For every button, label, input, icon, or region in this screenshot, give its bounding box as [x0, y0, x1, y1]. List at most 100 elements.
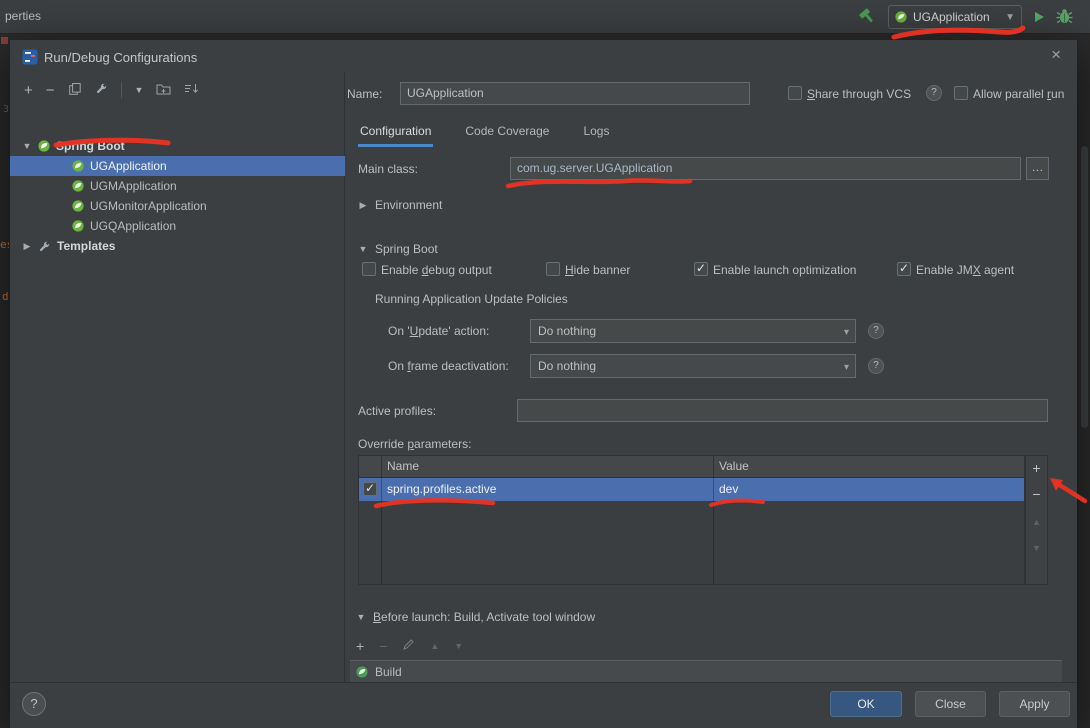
close-button[interactable]: Close	[915, 691, 986, 717]
enable-debug-output-label: Enable debug output	[381, 263, 492, 277]
hide-banner-checkbox[interactable]	[546, 262, 560, 276]
share-vcs-help-icon[interactable]: ?	[926, 85, 942, 101]
editor-fragment: 3	[3, 104, 9, 115]
dialog-button-bar: ? OK Close Apply	[10, 682, 1077, 728]
share-vcs-checkbox[interactable]	[788, 86, 802, 100]
tree-toolbar: + − ▼	[24, 81, 199, 99]
chevron-down-icon: ▼	[1005, 12, 1015, 23]
new-folder-button[interactable]	[156, 82, 171, 98]
tree-item-label: UGMonitorApplication	[90, 199, 207, 213]
parameter-enabled-checkbox[interactable]	[363, 482, 377, 496]
editor-scrollbar[interactable]	[1081, 146, 1088, 428]
browse-main-class-button[interactable]: …	[1026, 157, 1049, 180]
tree-item-label: UGApplication	[90, 159, 167, 173]
enable-launch-optimization-checkbox[interactable]	[694, 262, 708, 276]
active-profiles-input[interactable]	[517, 399, 1048, 422]
add-configuration-button[interactable]: +	[24, 83, 33, 98]
spring-boot-icon	[72, 160, 84, 172]
on-frame-deactivation-label: On frame deactivation:	[388, 359, 509, 373]
tree-item-ugapplication[interactable]: UGApplication	[10, 156, 345, 176]
remove-task-button[interactable]: −	[379, 638, 387, 654]
before-launch-label: Before launch: Build, Activate tool wind…	[373, 610, 595, 624]
remove-parameter-button[interactable]: −	[1026, 484, 1047, 506]
main-class-input[interactable]: com.ug.server.UGApplication	[510, 157, 1021, 180]
parameter-value-cell[interactable]: dev	[719, 482, 738, 496]
active-profiles-label: Active profiles:	[358, 404, 436, 418]
configurations-tree-panel: + − ▼ ▼ Spring Boot UGApplication UG	[10, 72, 345, 682]
column-header-name[interactable]: Name	[387, 459, 419, 473]
tree-item-ugmapplication[interactable]: UGMApplication	[10, 176, 345, 196]
sort-configurations-button[interactable]	[184, 82, 199, 98]
tab-configuration[interactable]: Configuration	[358, 124, 433, 147]
chevron-collapsed-icon[interactable]: ▶	[22, 241, 32, 252]
remove-configuration-button[interactable]: −	[46, 83, 55, 98]
enable-launch-optimization-label: Enable launch optimization	[713, 263, 856, 277]
config-tabs: Configuration Code Coverage Logs	[358, 124, 611, 147]
before-launch-section-toggle[interactable]: ▼ Before launch: Build, Activate tool wi…	[356, 610, 595, 624]
run-configuration-selector[interactable]: UGApplication ▼	[888, 5, 1022, 29]
table-row[interactable]: spring.profiles.active dev	[359, 478, 1024, 501]
expand-collapse-button[interactable]: ▼	[135, 85, 144, 95]
chevron-collapsed-icon: ▶	[358, 200, 368, 211]
table-side-toolbar: + − ▲ ▼	[1025, 455, 1048, 585]
task-up-button[interactable]: ▲	[430, 641, 439, 651]
parameter-name-cell[interactable]: spring.profiles.active	[387, 482, 496, 496]
environment-section-label: Environment	[375, 198, 442, 212]
column-header-value[interactable]: Value	[719, 459, 749, 473]
copy-configuration-button[interactable]	[68, 82, 82, 99]
run-button[interactable]	[1031, 9, 1047, 28]
edit-task-button[interactable]	[402, 638, 415, 654]
tree-item-label: UGMApplication	[90, 179, 177, 193]
debug-button[interactable]	[1055, 7, 1074, 29]
chevron-expanded-icon: ▼	[358, 244, 368, 254]
editor-fragment	[1, 37, 8, 44]
on-frame-deactivation-select[interactable]: Do nothing	[530, 354, 856, 378]
edit-defaults-button[interactable]	[95, 82, 108, 98]
spring-boot-icon	[38, 140, 50, 152]
tree-group-label: Spring Boot	[56, 139, 125, 153]
enable-debug-output-checkbox[interactable]	[362, 262, 376, 276]
column-divider	[381, 456, 382, 584]
name-label: Name:	[347, 87, 382, 101]
on-frame-help-icon[interactable]: ?	[868, 358, 884, 374]
override-parameters-table: Name Value spring.profiles.active dev	[358, 455, 1025, 585]
name-input[interactable]: UGApplication	[400, 82, 750, 105]
tree-group-templates[interactable]: ▶ Templates	[10, 236, 345, 256]
environment-section-toggle[interactable]: ▶ Environment	[358, 198, 442, 212]
move-down-button[interactable]: ▼	[1026, 538, 1047, 560]
add-parameter-button[interactable]: +	[1026, 458, 1047, 480]
share-vcs-label: Share through VCS	[807, 87, 911, 101]
editor-fragment: d	[2, 290, 9, 303]
dialog-title: Run/Debug Configurations	[44, 50, 197, 65]
tab-code-coverage[interactable]: Code Coverage	[463, 124, 551, 147]
spring-boot-section-toggle[interactable]: ▼ Spring Boot	[358, 242, 438, 256]
before-launch-task-build[interactable]: Build	[350, 660, 1062, 682]
build-task-label: Build	[375, 665, 402, 679]
spring-boot-icon	[895, 11, 907, 23]
build-icon	[356, 666, 368, 678]
task-down-button[interactable]: ▼	[454, 641, 463, 651]
tree-item-ugmonitorapplication[interactable]: UGMonitorApplication	[10, 196, 345, 216]
on-update-help-icon[interactable]: ?	[868, 323, 884, 339]
run-configuration-name: UGApplication	[913, 10, 990, 24]
tree-item-label: UGQApplication	[90, 219, 176, 233]
chevron-expanded-icon[interactable]: ▼	[22, 141, 32, 151]
tree-group-spring-boot[interactable]: ▼ Spring Boot	[10, 136, 345, 156]
move-up-button[interactable]: ▲	[1026, 512, 1047, 534]
tree-group-label: Templates	[57, 239, 115, 253]
allow-parallel-checkbox[interactable]	[954, 86, 968, 100]
run-debug-configurations-dialog: Run/Debug Configurations × + − ▼ ▼ Sprin…	[10, 40, 1077, 728]
on-update-action-label: On 'Update' action:	[388, 324, 489, 338]
toolbar-separator	[121, 82, 122, 98]
on-update-action-select[interactable]: Do nothing	[530, 319, 856, 343]
help-button[interactable]: ?	[22, 692, 46, 716]
editor-tab-label[interactable]: perties	[5, 9, 41, 23]
close-icon[interactable]: ×	[1051, 47, 1061, 63]
ok-button[interactable]: OK	[830, 691, 902, 717]
tree-item-ugqapplication[interactable]: UGQApplication	[10, 216, 345, 236]
tab-logs[interactable]: Logs	[581, 124, 611, 147]
add-task-button[interactable]: +	[356, 638, 364, 654]
build-hammer-icon[interactable]	[857, 6, 878, 30]
apply-button[interactable]: Apply	[999, 691, 1070, 717]
enable-jmx-agent-checkbox[interactable]	[897, 262, 911, 276]
